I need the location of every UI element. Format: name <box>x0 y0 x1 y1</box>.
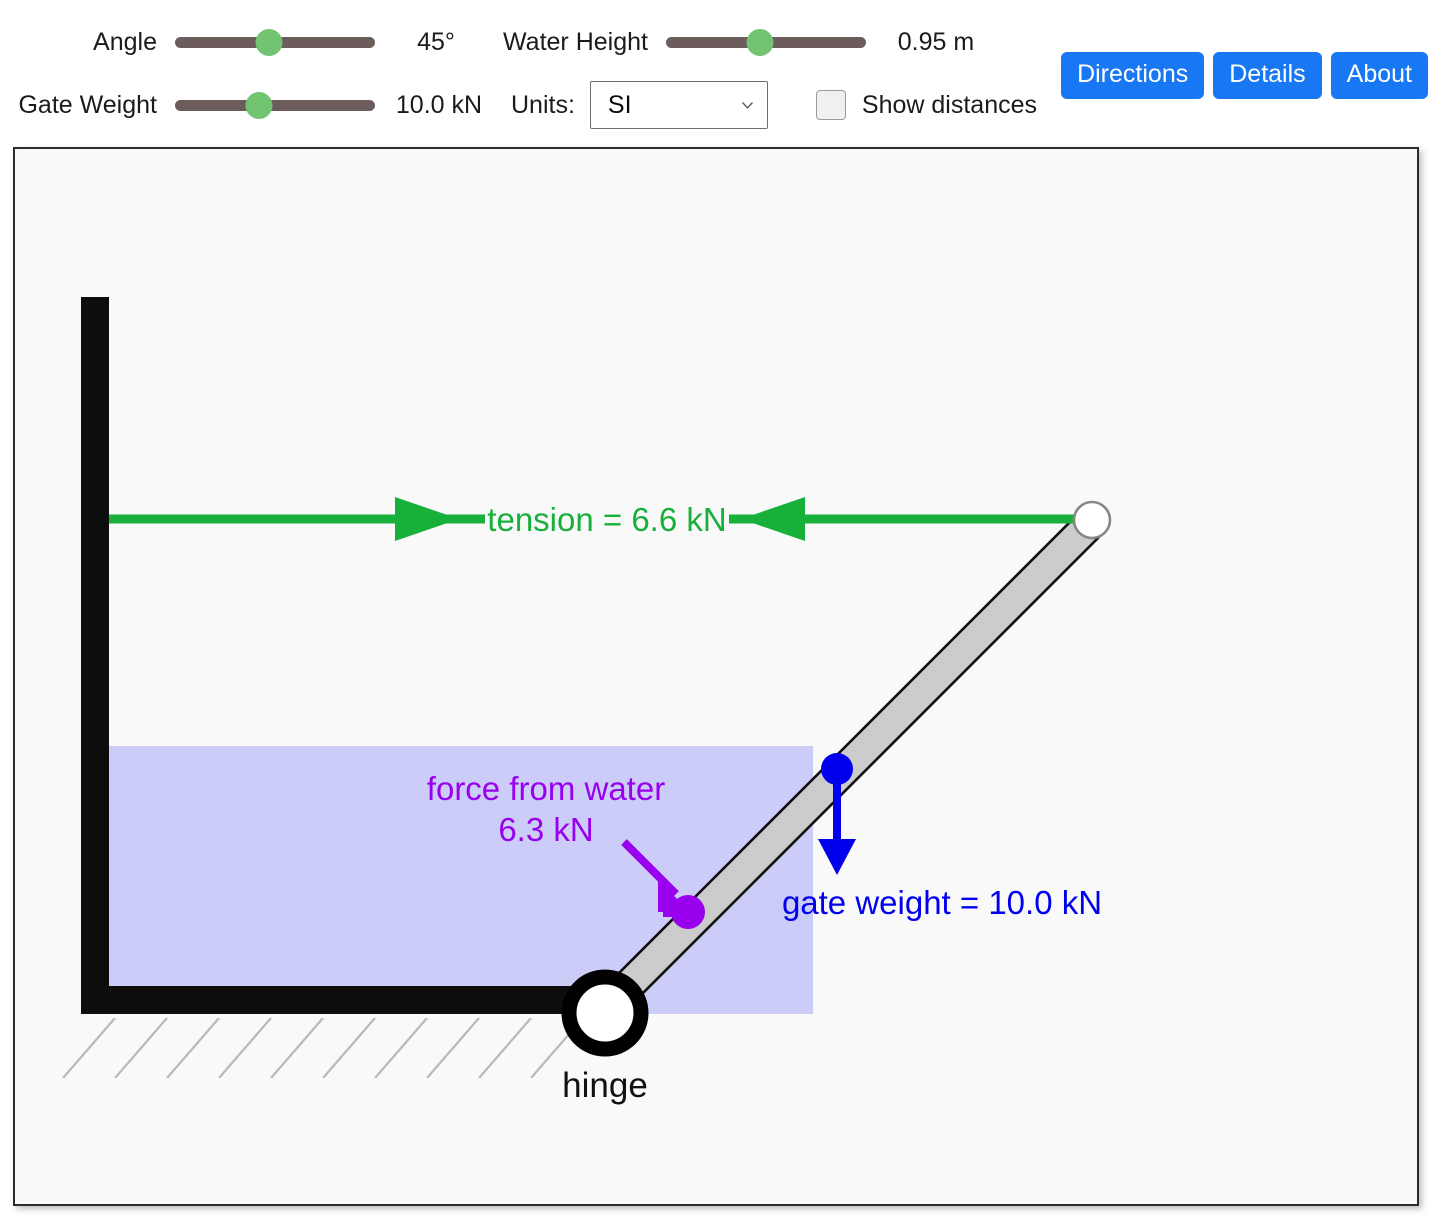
angle-slider-label: Angle <box>93 27 157 56</box>
gate-weight-label: gate weight = 10.0 kN <box>782 884 1102 921</box>
units-select[interactable]: SI <box>589 81 768 129</box>
details-button[interactable]: Details <box>1213 52 1322 99</box>
chevron-down-icon <box>741 102 753 109</box>
vertical-wall <box>81 297 109 1014</box>
hinge-label: hinge <box>562 1066 648 1105</box>
ground-hatching <box>62 1018 584 1078</box>
about-button[interactable]: About <box>1330 52 1428 99</box>
units-selected-value: SI <box>607 90 632 119</box>
tension-label: tension = 6.6 kN <box>487 501 726 538</box>
floor-slab <box>81 986 611 1014</box>
water-force-application-point <box>671 895 705 929</box>
gate-weight-slider-thumb[interactable] <box>245 91 273 119</box>
controls-row-bottom: Gate Weight 10.0 kN Units: SI Show dista… <box>0 81 1050 129</box>
water-height-value: 0.95 m <box>897 27 975 56</box>
controls-row-top: Angle 45° Water Height 0.95 m <box>0 22 1010 62</box>
directions-button[interactable]: Directions <box>1061 52 1205 99</box>
gate-weight-slider[interactable] <box>175 90 375 120</box>
gate-simulation-app: Angle 45° Water Height 0.95 m Gate Weigh… <box>0 0 1447 1226</box>
simulation-canvas[interactable]: tension = 6.6 kN force from water 6.3 kN… <box>13 147 1419 1206</box>
water-force-label-line1: force from water <box>427 770 665 807</box>
show-distances-checkbox[interactable] <box>815 90 846 120</box>
gate-diagram-svg: tension = 6.6 kN force from water 6.3 kN… <box>62 297 1112 1105</box>
water-height-slider-thumb[interactable] <box>746 28 774 56</box>
show-distances-checkbox-group[interactable]: Show distances <box>815 90 1038 120</box>
show-distances-label: Show distances <box>861 90 1038 119</box>
gate-top-pivot <box>1072 500 1112 540</box>
gate-weight-slider-label: Gate Weight <box>18 90 157 119</box>
controls-panel: Angle 45° Water Height 0.95 m Gate Weigh… <box>0 0 1447 140</box>
gate-weight-slider-track[interactable] <box>175 99 375 111</box>
angle-value: 45° <box>417 27 455 56</box>
water-force-label-line2: 6.3 kN <box>498 811 593 848</box>
header-button-group: Directions Details About <box>1061 52 1428 99</box>
water-height-slider[interactable] <box>665 27 866 57</box>
hinge-joint[interactable] <box>561 969 649 1057</box>
angle-slider-thumb[interactable] <box>255 28 283 56</box>
units-label: Units: <box>511 90 575 119</box>
gate-weight-value: 10.0 kN <box>395 90 483 119</box>
angle-slider[interactable] <box>175 27 375 57</box>
water-height-slider-label: Water Height <box>503 27 648 56</box>
